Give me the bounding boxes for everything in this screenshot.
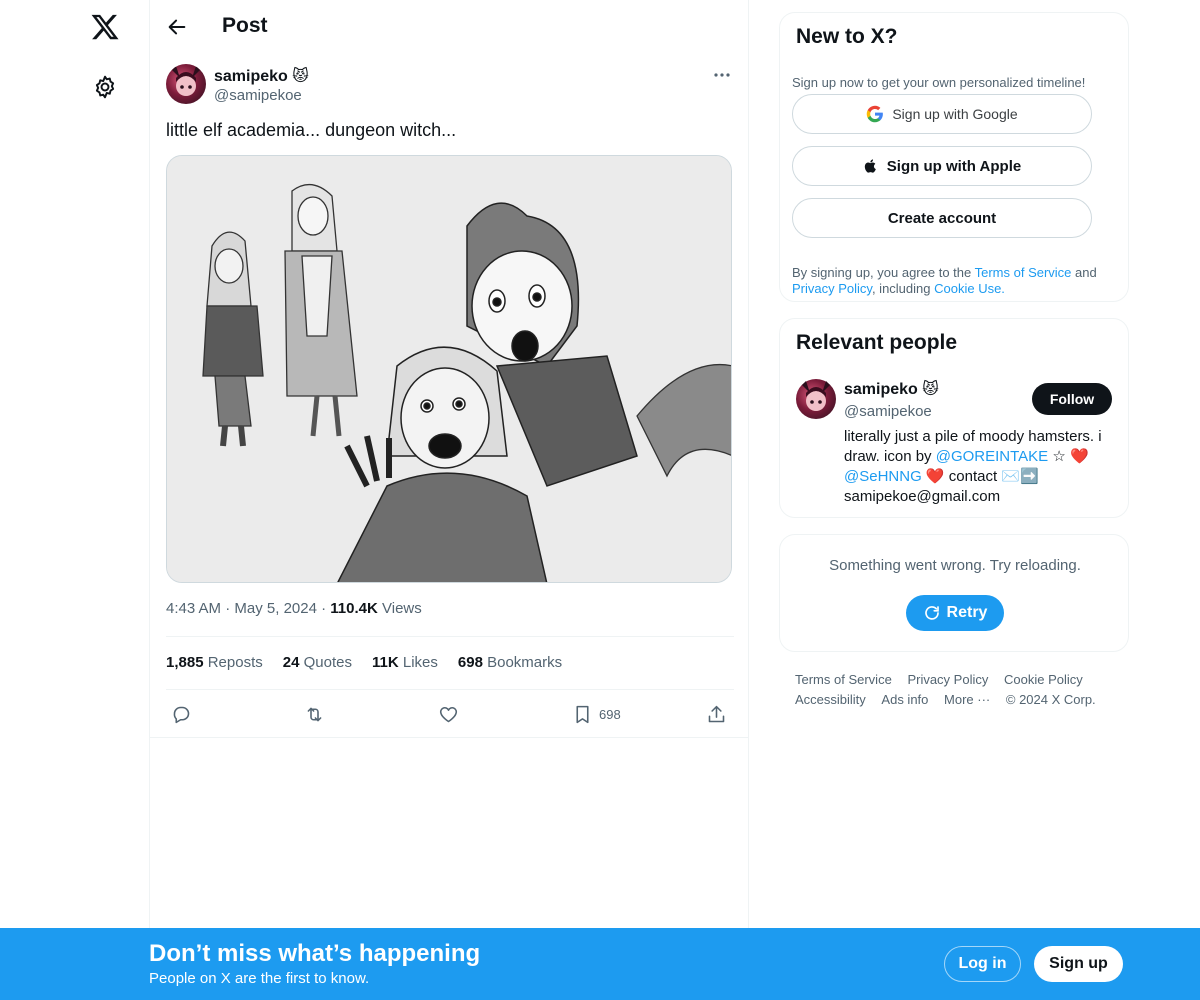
stat-label: Likes [402,654,438,671]
error-card: Something went wrong. Try reloading. Ret… [779,534,1129,652]
author-handle[interactable]: @samipekoe [214,87,302,104]
bio-link[interactable]: @GOREINTAKE [936,448,1048,465]
signup-title: New to X? [796,25,898,48]
google-signup-button[interactable]: Sign up with Google [792,94,1092,134]
post-actions: 698 [150,700,749,728]
relevant-people-card: Relevant people samipeko 😾 @samipekoe Fo… [779,318,1129,518]
post-meta: 4:43 AM · May 5, 2024 · 110.4K Views [166,600,422,617]
post-stats: 1,885 Reposts 24 Quotes 11K Likes 698 Bo… [166,654,562,671]
share-icon [708,705,725,722]
refresh-icon [924,606,939,620]
signup-legal: By signing up, you agree to the Terms of… [792,265,1112,297]
divider [150,737,749,738]
like-button[interactable] [438,700,459,728]
post-image[interactable] [166,155,732,583]
post-time[interactable]: 4:43 AM [166,600,221,617]
author-name-text[interactable]: samipeko [214,68,288,85]
person-name[interactable]: samipeko 😾 [844,379,939,399]
footer-links: Terms of Service Privacy Policy Cookie P… [795,670,1115,710]
stat-count: 24 [282,654,300,671]
relevant-title: Relevant people [796,331,958,354]
apple-icon [864,159,876,173]
avatar[interactable] [166,64,206,104]
apple-signup-label: Sign up with Apple [886,157,1022,175]
google-signup-label: Sign up with Google [892,106,1018,122]
stat-count: 11K [371,654,399,671]
person-bio: literally just a pile of moody hamsters.… [844,427,1114,507]
bio-link[interactable]: @SeHNNG [844,468,922,485]
author-name[interactable]: samipeko 😾 [214,66,309,86]
repost-button[interactable] [304,700,325,728]
person-name-text[interactable]: samipeko [844,381,918,398]
reply-button[interactable] [171,700,192,728]
bookmark-icon [576,705,589,723]
bookmark-button[interactable]: 698 [572,700,621,728]
legal-text: , including [871,281,935,296]
bio-text: ☆ ❤️ [1048,448,1089,465]
follow-button[interactable]: Follow [1032,383,1112,415]
login-button[interactable]: Log in [944,946,1021,982]
footer-privacy[interactable]: Privacy Policy [907,670,988,690]
stat-reposts[interactable]: 1,885 Reposts [166,654,263,671]
left-nav [0,0,150,1000]
google-icon [867,105,884,123]
bottom-banner: Don’t miss what’s happening People on X … [0,928,1200,1000]
stat-label: Bookmarks [487,654,563,671]
stat-count: 1,885 [166,654,204,671]
create-account-button[interactable]: Create account [792,198,1092,238]
banner-subtitle: People on X are the first to know. [149,970,370,987]
privacy-link[interactable]: Privacy Policy [792,281,872,296]
heart-icon [439,706,458,722]
terms-link[interactable]: Terms of Service [975,265,1072,280]
share-button[interactable] [706,700,727,728]
back-arrow-icon[interactable] [164,14,190,40]
stat-label: Quotes [303,654,352,671]
avatar[interactable] [796,379,836,419]
divider [166,636,734,637]
banner-title: Don’t miss what’s happening [149,940,481,967]
divider [166,689,734,690]
signup-button[interactable]: Sign up [1034,946,1123,982]
page-title: Post [222,14,268,37]
stat-likes[interactable]: 11K Likes [372,654,438,671]
separator-dot: · [225,600,235,617]
more-options-icon[interactable] [710,66,734,84]
footer-more[interactable]: More ··· [944,690,990,710]
legal-text: and [1071,265,1097,280]
reply-icon [173,706,190,723]
main-column: Post samipeko 😾 @samipekoe little elf ac… [149,0,749,1000]
views-count: 110.4K [330,600,378,617]
signup-subtitle: Sign up now to get your own personalized… [792,75,1086,90]
footer-accessibility[interactable]: Accessibility [795,690,866,710]
retry-button[interactable]: Retry [906,595,1004,631]
repost-icon [307,707,322,721]
error-message: Something went wrong. Try reloading. [829,557,1081,574]
separator-dot: · [321,600,331,617]
post-text: little elf academia... dungeon witch... [166,120,457,140]
views-label: Views [382,600,422,617]
footer-cookie[interactable]: Cookie Policy [1004,670,1083,690]
post-author[interactable]: samipeko 😾 @samipekoe [166,64,309,104]
person-handle[interactable]: @samipekoe [844,403,932,420]
cookie-link[interactable]: Cookie Use. [934,281,1005,296]
x-logo-icon[interactable] [90,12,120,42]
footer-ads-info[interactable]: Ads info [881,690,928,710]
retry-label: Retry [946,604,988,621]
cat-emoji: 😾 [922,381,939,398]
apple-signup-button[interactable]: Sign up with Apple [792,146,1092,186]
post-date[interactable]: May 5, 2024 [234,600,317,617]
stat-quotes[interactable]: 24 Quotes [283,654,352,671]
footer-copyright: © 2024 X Corp. [1005,692,1096,707]
stat-label: Reposts [207,654,263,671]
post-header: Post [150,0,749,54]
bookmark-count: 698 [599,706,621,722]
stat-count: 698 [457,654,483,671]
legal-text: By signing up, you agree to the [792,265,975,280]
footer-terms[interactable]: Terms of Service [795,670,892,690]
stat-bookmarks[interactable]: 698 Bookmarks [458,654,562,671]
gear-icon[interactable] [92,74,118,100]
cat-emoji: 😾 [292,68,309,85]
signup-card: New to X? Sign up now to get your own pe… [779,12,1129,302]
